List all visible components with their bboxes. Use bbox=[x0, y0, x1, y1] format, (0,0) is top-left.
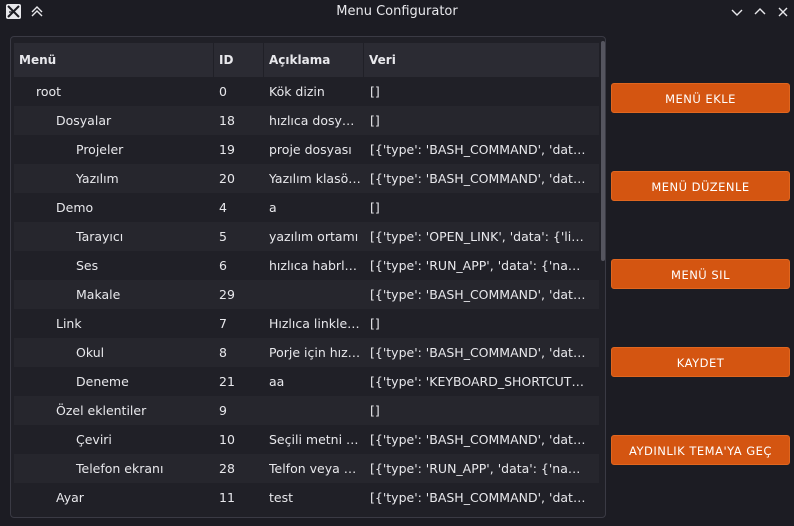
tree-cell-name: Tarayıcı bbox=[76, 229, 124, 244]
tree-cell-data: [] bbox=[370, 84, 380, 99]
tree-cell-id: 21 bbox=[219, 374, 235, 389]
tree-cell-id: 6 bbox=[219, 258, 227, 273]
vertical-scrollbar[interactable] bbox=[601, 41, 605, 513]
tree-cell-data: [{'type': 'BASH_COMMAND', 'data':… bbox=[370, 432, 586, 447]
tree-cell-name: Okul bbox=[76, 345, 105, 360]
tree-cell-name: Yazılım bbox=[76, 171, 119, 186]
tree-cell-description: yazılım ortamı bbox=[269, 229, 359, 244]
tree-cell-id: 11 bbox=[219, 490, 235, 505]
tree-row[interactable]: Projeler 19 proje dosyası [{'type': 'BASH_C… bbox=[14, 135, 599, 164]
tree-cell-data: [{'type': 'OPEN_LINK', 'data': {'links… bbox=[370, 229, 586, 244]
tree-cell-description bbox=[269, 280, 361, 309]
tree-header: Menü ID Açıklama Veri bbox=[14, 43, 599, 77]
title-bar: Menu Configurator bbox=[0, 0, 794, 24]
tree-row[interactable]: Makale 29 [{'type': 'BASH_COMMAND', 'data'… bbox=[14, 280, 599, 309]
switch-light-theme-button[interactable]: AYDINLIK TEMA'YA GEÇ bbox=[611, 435, 790, 465]
tree-cell-description: Seçili metni ç… bbox=[269, 432, 361, 447]
tree-cell-name: Deneme bbox=[76, 374, 129, 389]
tree-cell-name: root bbox=[36, 84, 62, 99]
tree-cell-description: aa bbox=[269, 374, 285, 389]
tree-cell-id: 10 bbox=[219, 432, 235, 447]
minimize-icon[interactable] bbox=[728, 3, 746, 21]
tree-cell-name: Özel eklentiler bbox=[56, 403, 147, 418]
tree-cell-data: [{'type': 'KEYBOARD_SHORTCUT'… bbox=[370, 374, 586, 389]
tree-row[interactable]: Çeviri 10 Seçili metni ç… [{'type': 'BASH_C… bbox=[14, 425, 599, 454]
tree-cell-description: Porje için hız… bbox=[269, 345, 361, 360]
tree-cell-description: Telfon veya t… bbox=[269, 461, 361, 476]
tree-cell-description: Yazılım klasörü bbox=[269, 171, 361, 186]
tree-cell-data: [] bbox=[370, 200, 380, 215]
tree-cell-data: [] bbox=[370, 316, 380, 331]
menu-tree-view[interactable]: Menü ID Açıklama Veri root 0 Kök dizin[] Do… bbox=[10, 36, 606, 518]
tree-row[interactable]: Ses 6 hızlıca habrl… [{'type': 'RUN_APP', '… bbox=[14, 251, 599, 280]
save-button[interactable]: KAYDET bbox=[611, 347, 790, 377]
tree-cell-id: 9 bbox=[219, 403, 227, 418]
tree-cell-description: test bbox=[269, 490, 294, 505]
tree-cell-name: Link bbox=[56, 316, 82, 331]
tree-row[interactable]: Tarayıcı 5 yazılım ortamı [{'type': 'OPEN_L… bbox=[14, 222, 599, 251]
tree-row[interactable]: Dosyalar 18 hızlıca dosya… [] bbox=[14, 106, 599, 135]
tree-cell-description: hızlıca habrl… bbox=[269, 258, 358, 273]
tree-cell-description: a bbox=[269, 200, 277, 215]
tree-cell-data: [{'type': 'RUN_APP', 'data': {'name':… bbox=[370, 461, 586, 476]
tree-row[interactable]: Link 7 Hızlıca linkle… [] bbox=[14, 309, 599, 338]
tree-cell-name: Projeler bbox=[76, 142, 124, 157]
tree-cell-id: 0 bbox=[219, 84, 227, 99]
tree-cell-id: 7 bbox=[219, 316, 227, 331]
tree-row[interactable]: Deneme 21 aa [{'type': 'KEYBOARD_SHORTCUT'… bbox=[14, 367, 599, 396]
tree-cell-id: 19 bbox=[219, 142, 235, 157]
column-header-description[interactable]: Açıklama bbox=[264, 43, 364, 77]
tree-row[interactable]: Telefon ekranı 28 Telfon veya t… [{'type': … bbox=[14, 454, 599, 483]
tree-cell-id: 20 bbox=[219, 171, 235, 186]
delete-menu-button[interactable]: MENÜ SIL bbox=[611, 259, 790, 289]
tree-body: root 0 Kök dizin [] Dosyalar 18 hızlıca dosya…… bbox=[14, 77, 599, 517]
tree-row[interactable]: Okul 8 Porje için hız… [{'type': 'BASH_COMM… bbox=[14, 338, 599, 367]
tree-cell-name: Dosyalar bbox=[56, 113, 112, 128]
tree-cell-id: 8 bbox=[219, 345, 227, 360]
tree-cell-id: 4 bbox=[219, 200, 227, 215]
tree-cell-name: Makale bbox=[76, 287, 121, 302]
maximize-icon[interactable] bbox=[751, 3, 769, 21]
tree-cell-name: Demo bbox=[56, 200, 94, 215]
tree-row[interactable]: Demo 4 a [] bbox=[14, 193, 599, 222]
tree-cell-description bbox=[269, 396, 361, 425]
tree-row[interactable]: Ayar 11 test [{'type': 'BASH_COMMAND', 'dat… bbox=[14, 483, 599, 512]
tree-cell-id: 5 bbox=[219, 229, 227, 244]
tree-cell-id: 28 bbox=[219, 461, 235, 476]
column-header-data[interactable]: Veri bbox=[364, 43, 599, 77]
tree-cell-name: Ses bbox=[76, 258, 99, 273]
tree-cell-description: proje dosyası bbox=[269, 142, 352, 157]
tree-cell-data: [{'type': 'RUN_APP', 'data': {'name':… bbox=[370, 258, 586, 273]
edit-menu-button[interactable]: MENÜ DÜZENLE bbox=[611, 171, 790, 201]
tree-row[interactable]: root 0 Kök dizin [] bbox=[14, 77, 599, 106]
tree-row[interactable]: Özel eklentiler 9 [] bbox=[14, 396, 599, 425]
tree-cell-id: 18 bbox=[219, 113, 235, 128]
column-header-menu[interactable]: Menü bbox=[14, 43, 214, 77]
column-header-id[interactable]: ID bbox=[214, 43, 264, 77]
tree-cell-name: Telefon ekranı bbox=[76, 461, 164, 476]
scrollbar-thumb[interactable] bbox=[601, 41, 605, 261]
tree-row[interactable]: Yazılım 20 Yazılım klasörü [{'type': 'BASH_… bbox=[14, 164, 599, 193]
tree-cell-data: [{'type': 'BASH_COMMAND', 'data':… bbox=[370, 171, 586, 186]
tree-cell-data: [{'type': 'BASH_COMMAND', 'data':… bbox=[370, 490, 586, 505]
tree-cell-description: Hızlıca linkle… bbox=[269, 316, 360, 331]
tree-cell-description: Kök dizin bbox=[269, 84, 325, 99]
tree-cell-data: [{'type': 'BASH_COMMAND', 'data':… bbox=[370, 287, 586, 302]
window-title: Menu Configurator bbox=[336, 4, 458, 19]
tree-cell-data: [{'type': 'BASH_COMMAND', 'data':… bbox=[370, 345, 586, 360]
add-menu-button[interactable]: MENÜ EKLE bbox=[611, 83, 790, 113]
tree-cell-data: [{'type': 'BASH_COMMAND', 'data':… bbox=[370, 142, 586, 157]
close-icon[interactable] bbox=[774, 3, 792, 21]
tree-cell-data: [] bbox=[370, 403, 380, 418]
tree-cell-id: 29 bbox=[219, 287, 235, 302]
tree-cell-description: hızlıca dosya… bbox=[269, 113, 361, 128]
tree-cell-name: Çeviri bbox=[76, 432, 112, 447]
tree-cell-name: Ayar bbox=[56, 490, 84, 505]
tree-cell-data: [] bbox=[370, 113, 380, 128]
